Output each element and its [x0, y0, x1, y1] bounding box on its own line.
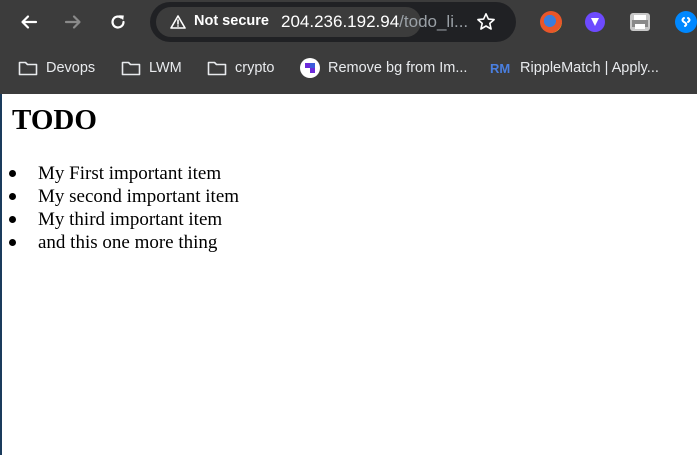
bookmark-ripplematch[interactable]: RM RippleMatch | Apply...: [490, 50, 659, 86]
bookmark-label: Devops: [46, 60, 96, 76]
security-label: Not secure: [194, 13, 269, 29]
bookmark-label: RippleMatch | Apply...: [520, 60, 659, 76]
ripplematch-icon: RM: [490, 61, 512, 75]
forward-arrow-icon: [64, 15, 81, 29]
forward-button[interactable]: [58, 7, 88, 37]
printer-icon[interactable]: [630, 13, 650, 31]
reload-icon: [111, 15, 125, 29]
url-path: /todo_li...: [399, 12, 469, 31]
browser-toolbar: Not secure 204.236.192.94/todo_li...: [0, 0, 697, 44]
svg-text:RM: RM: [490, 61, 510, 75]
back-button[interactable]: [14, 7, 44, 37]
bookmark-label: Remove bg from Im...: [328, 60, 468, 76]
reload-button[interactable]: [103, 7, 133, 37]
firefox-relay-icon[interactable]: [540, 11, 562, 33]
warning-icon: [170, 15, 186, 29]
address-bar[interactable]: Not secure 204.236.192.94/todo_li...: [150, 2, 516, 42]
list-item: My second important item: [2, 185, 239, 208]
bookmark-label: crypto: [235, 60, 275, 76]
list-item: My third important item: [2, 208, 239, 231]
folder-icon: [18, 60, 38, 76]
folder-icon: [121, 60, 141, 76]
page-title: TODO: [12, 104, 97, 136]
bullet-icon: [9, 170, 16, 177]
list-item-text: My second important item: [38, 186, 240, 207]
page-content: TODO My First important item My second i…: [0, 94, 697, 455]
list-item-text: and this one more thing: [38, 232, 218, 253]
todo-list: My First important item My second import…: [2, 162, 239, 254]
url-host: 204.236.192.94: [281, 12, 400, 31]
bookmarks-bar: Devops LWM crypto Remove bg from Im... R…: [0, 50, 697, 90]
bookmark-devops[interactable]: Devops: [18, 50, 95, 86]
bullet-icon: [9, 239, 16, 246]
bookmark-crypto[interactable]: crypto: [207, 50, 275, 86]
bookmark-removebg[interactable]: Remove bg from Im...: [300, 50, 467, 86]
bullet-icon: [9, 193, 16, 200]
shazam-icon[interactable]: [675, 11, 697, 33]
bookmark-lwm[interactable]: LWM: [121, 50, 182, 86]
folder-icon: [207, 60, 227, 76]
list-item: and this one more thing: [2, 231, 239, 254]
list-item-text: My First important item: [38, 163, 222, 184]
url-text[interactable]: 204.236.192.94/todo_li...: [281, 12, 468, 32]
browser-chrome: Not secure 204.236.192.94/todo_li... Dev…: [0, 0, 697, 94]
back-arrow-icon: [21, 15, 38, 29]
proton-vpn-icon[interactable]: [585, 12, 605, 32]
bullet-icon: [9, 216, 16, 223]
list-item: My First important item: [2, 162, 239, 185]
list-item-text: My third important item: [38, 209, 223, 230]
bookmark-star-icon[interactable]: [476, 12, 496, 32]
removebg-icon: [300, 58, 320, 78]
bookmark-label: LWM: [149, 60, 182, 76]
